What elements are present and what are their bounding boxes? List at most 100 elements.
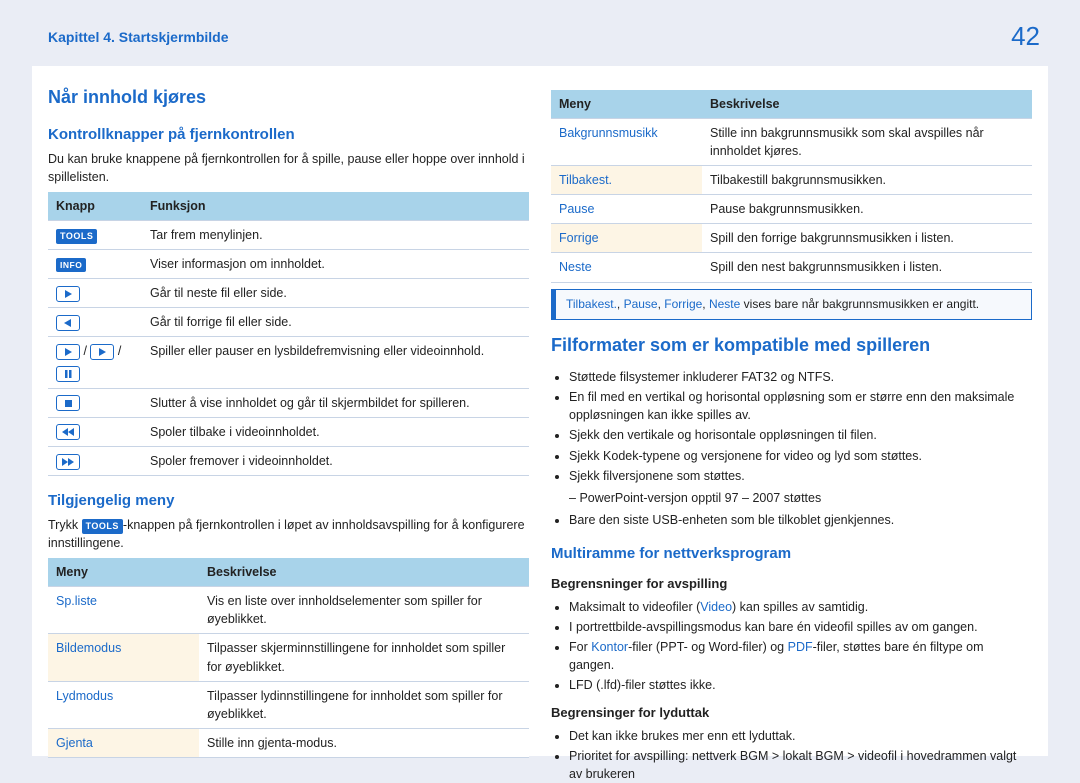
cell: Tilpasser lydinnstillingene for innholde… bbox=[199, 681, 529, 728]
page-number: 42 bbox=[1011, 18, 1040, 56]
compat-list-2: Bare den siste USB-enheten som ble tilko… bbox=[551, 511, 1032, 529]
cell: Sp.liste bbox=[48, 587, 199, 634]
video-word: Video bbox=[700, 600, 732, 614]
th-meny: Meny bbox=[48, 558, 199, 587]
txt: -filer (PPT- og Word-filer) og bbox=[628, 640, 788, 654]
txt: Trykk bbox=[48, 518, 82, 532]
th-besk: Beskrivelse bbox=[199, 558, 529, 587]
cell: Gjenta bbox=[48, 728, 199, 757]
note-item: Pause bbox=[624, 297, 658, 311]
list-item: Bare den siste USB-enheten som ble tilko… bbox=[569, 511, 1032, 529]
table-row: PausePause bakgrunnsmusikken. bbox=[551, 195, 1032, 224]
list-item: Det kan ikke brukes mer enn ett lyduttak… bbox=[569, 727, 1032, 745]
list-item: En fil med en vertikal og horisontal opp… bbox=[569, 388, 1032, 424]
cell: Slutter å vise innholdet og går til skje… bbox=[142, 388, 529, 417]
stop-icon bbox=[56, 395, 80, 411]
list-item: Støttede filsystemer inkluderer FAT32 og… bbox=[569, 368, 1032, 386]
pause-icon bbox=[56, 366, 80, 382]
cell: Stille inn bakgrunnsmusikk som skal avsp… bbox=[702, 118, 1032, 165]
chapter-label: Kapittel 4. Startskjermbilde bbox=[48, 27, 229, 47]
txt: Maksimalt to videofiler ( bbox=[569, 600, 700, 614]
cell: Neste bbox=[551, 253, 702, 282]
prev-icon bbox=[56, 315, 80, 331]
cell: Spill den nest bakgrunnsmusikken i liste… bbox=[702, 253, 1032, 282]
table-row: Spoler fremover i videoinnholdet. bbox=[48, 446, 529, 475]
cell: Tar frem menylinjen. bbox=[142, 220, 529, 249]
rewind-icon bbox=[56, 424, 80, 440]
cell: Bakgrunnsmusikk bbox=[551, 118, 702, 165]
cell: Bildemodus bbox=[48, 634, 199, 681]
list-item: Sjekk Kodek-typene og versjonene for vid… bbox=[569, 447, 1032, 465]
cell: Viser informasjon om innholdet. bbox=[142, 250, 529, 279]
cell: Pause bakgrunnsmusikken. bbox=[702, 195, 1032, 224]
play-icon bbox=[56, 344, 80, 360]
table-buttons: Knapp Funksjon TOOLS Tar frem menylinjen… bbox=[48, 192, 529, 476]
note-item: Tilbakest. bbox=[566, 297, 617, 311]
txt: For bbox=[569, 640, 591, 654]
list-item: I portrettbilde-avspillingsmodus kan bar… bbox=[569, 618, 1032, 636]
note-tail: vises bare når bakgrunnsmusikken er angi… bbox=[740, 297, 979, 311]
cell: Forrige bbox=[551, 224, 702, 253]
page-header: Kapittel 4. Startskjermbilde 42 bbox=[0, 0, 1080, 66]
list-item: Sjekk den vertikale og horisontale opplø… bbox=[569, 426, 1032, 444]
left-h2-control: Kontrollknapper på fjernkontrollen bbox=[48, 124, 529, 146]
page: Kapittel 4. Startskjermbilde 42 Når innh… bbox=[0, 0, 1080, 763]
table-row: Spoler tilbake i videoinnholdet. bbox=[48, 417, 529, 446]
list-item: Sjekk filversjonene som støttes. bbox=[569, 467, 1032, 485]
th-funksjon: Funksjon bbox=[142, 192, 529, 221]
table-row: Går til neste fil eller side. bbox=[48, 279, 529, 308]
list-item: Maksimalt to videofiler (Video) kan spil… bbox=[569, 598, 1032, 616]
h3-play: Begrensninger for avspilling bbox=[551, 575, 1032, 594]
kontor-word: Kontor bbox=[591, 640, 628, 654]
table-row: Går til forrige fil eller side. bbox=[48, 308, 529, 337]
cell: Spill den forrige bakgrunnsmusikken i li… bbox=[702, 224, 1032, 253]
content: Når innhold kjøres Kontrollknapper på fj… bbox=[32, 66, 1048, 756]
list-item: Prioritet for avspilling: nettverk BGM >… bbox=[569, 747, 1032, 783]
th-besk: Beskrivelse bbox=[702, 90, 1032, 119]
th-meny: Meny bbox=[551, 90, 702, 119]
play2-icon bbox=[90, 344, 114, 360]
cell: Spiller eller pauser en lysbildefremvisn… bbox=[142, 337, 529, 388]
sub-list: PowerPoint-versjon opptil 97 – 2007 støt… bbox=[551, 489, 1032, 507]
cell: Tilbakest. bbox=[551, 166, 702, 195]
table-row: Slutter å vise innholdet og går til skje… bbox=[48, 388, 529, 417]
compat-list: Støttede filsystemer inkluderer FAT32 og… bbox=[551, 368, 1032, 485]
cell: Stille inn gjenta-modus. bbox=[199, 728, 529, 757]
right-h1: Filformater som er kompatible med spille… bbox=[551, 332, 1032, 358]
cell: Spoler fremover i videoinnholdet. bbox=[142, 446, 529, 475]
cell: Tilbakestill bakgrunnsmusikken. bbox=[702, 166, 1032, 195]
right-h2: Multiramme for nettverksprogram bbox=[551, 543, 1032, 565]
cell: Går til neste fil eller side. bbox=[142, 279, 529, 308]
note-item: Neste bbox=[709, 297, 740, 311]
left-h1: Når innhold kjøres bbox=[48, 84, 529, 110]
note-item: Forrige bbox=[664, 297, 702, 311]
table-row: / / Spiller eller pauser en lysbildefrem… bbox=[48, 337, 529, 388]
cell: Går til forrige fil eller side. bbox=[142, 308, 529, 337]
ffwd-icon bbox=[56, 454, 80, 470]
next-icon bbox=[56, 286, 80, 302]
left-column: Når innhold kjøres Kontrollknapper på fj… bbox=[48, 84, 529, 738]
note-box: Tilbakest., Pause, Forrige, Neste vises … bbox=[551, 289, 1032, 320]
table-row: BakgrunnsmusikkStille inn bakgrunnsmusik… bbox=[551, 118, 1032, 165]
right-column: Meny Beskrivelse BakgrunnsmusikkStille i… bbox=[551, 84, 1032, 738]
play-limits-list: Maksimalt to videofiler (Video) kan spil… bbox=[551, 598, 1032, 695]
tools-sentence: Trykk TOOLS-knappen på fjernkontrollen i… bbox=[48, 516, 529, 552]
table-row: Sp.listeVis en liste over innholdselemen… bbox=[48, 587, 529, 634]
audio-limits-list: Det kan ikke brukes mer enn ett lyduttak… bbox=[551, 727, 1032, 783]
h3-audio: Begrensinger for lyduttak bbox=[551, 704, 1032, 723]
table-row: Tilbakest.Tilbakestill bakgrunnsmusikken… bbox=[551, 166, 1032, 195]
table-row: TOOLS Tar frem menylinjen. bbox=[48, 220, 529, 249]
tools-icon-inline: TOOLS bbox=[82, 519, 123, 534]
table-row: BildemodusTilpasser skjerminnstillingene… bbox=[48, 634, 529, 681]
table-row: INFO Viser informasjon om innholdet. bbox=[48, 250, 529, 279]
list-item: LFD (.lfd)-filer støttes ikke. bbox=[569, 676, 1032, 694]
table-menu-left: Meny Beskrivelse Sp.listeVis en liste ov… bbox=[48, 558, 529, 758]
table-row: GjentaStille inn gjenta-modus. bbox=[48, 728, 529, 757]
txt: ) kan spilles av samtidig. bbox=[732, 600, 868, 614]
cell: Lydmodus bbox=[48, 681, 199, 728]
table-row: ForrigeSpill den forrige bakgrunnsmusikk… bbox=[551, 224, 1032, 253]
table-row: LydmodusTilpasser lydinnstillingene for … bbox=[48, 681, 529, 728]
tools-icon: TOOLS bbox=[56, 229, 97, 244]
th-knapp: Knapp bbox=[48, 192, 142, 221]
cell: Tilpasser skjerminnstillingene for innho… bbox=[199, 634, 529, 681]
